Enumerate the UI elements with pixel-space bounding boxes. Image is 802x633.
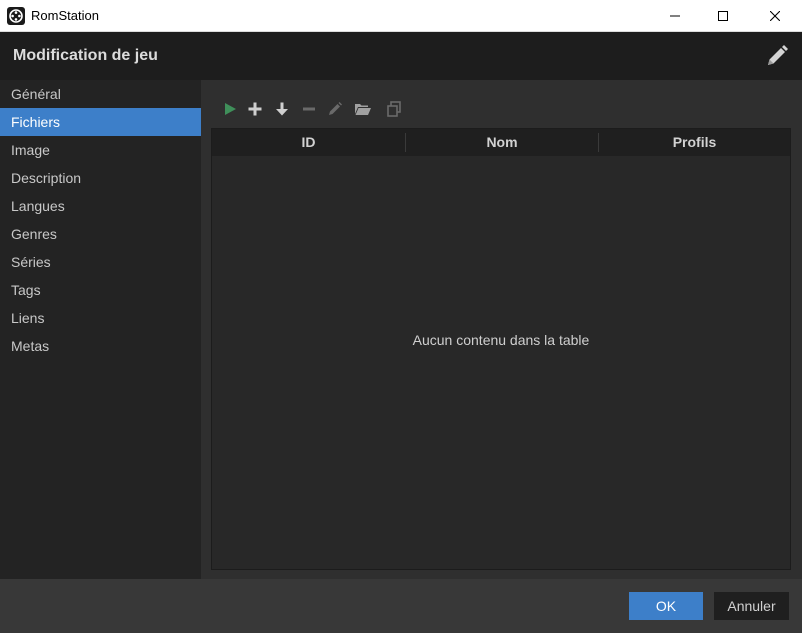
maximize-button[interactable]: [698, 0, 748, 32]
maximize-icon: [718, 11, 728, 21]
files-panel: ID Nom Profils Aucun contenu dans la tab…: [201, 80, 802, 579]
cancel-button[interactable]: Annuler: [714, 592, 789, 620]
ok-button[interactable]: OK: [629, 592, 703, 620]
sidebar-item-tags[interactable]: Tags: [0, 276, 201, 304]
column-header-profils[interactable]: Profils: [599, 129, 790, 156]
column-header-nom[interactable]: Nom: [406, 129, 598, 156]
empty-table-message: Aucun contenu dans la table: [412, 332, 590, 348]
sidebar-item-genres[interactable]: Genres: [0, 220, 201, 248]
window-title: RomStation: [31, 8, 99, 23]
download-button[interactable]: [271, 98, 293, 120]
sidebar-item-description[interactable]: Description: [0, 164, 201, 192]
column-header-id[interactable]: ID: [212, 129, 405, 156]
minimize-button[interactable]: [650, 0, 700, 32]
window-titlebar: RomStation: [0, 0, 802, 32]
dialog-header: Modification de jeu: [0, 32, 802, 80]
plus-icon: [248, 102, 262, 116]
sidebar-item-fichiers[interactable]: Fichiers: [0, 108, 201, 136]
folder-open-icon: [355, 104, 371, 115]
edit-file-button[interactable]: [324, 98, 346, 120]
page-title: Modification de jeu: [13, 47, 158, 64]
sidebar-item-general[interactable]: Général: [0, 80, 201, 108]
files-toolbar: [219, 98, 519, 120]
close-button[interactable]: [750, 0, 800, 32]
copy-button[interactable]: [383, 98, 405, 120]
run-button[interactable]: [219, 98, 241, 120]
arrow-down-icon: [276, 102, 288, 116]
close-icon: [770, 11, 780, 21]
pencil-icon: [329, 102, 342, 115]
sidebar-item-liens[interactable]: Liens: [0, 304, 201, 332]
minimize-icon: [670, 15, 680, 17]
files-table: ID Nom Profils Aucun contenu dans la tab…: [211, 128, 791, 570]
open-folder-button[interactable]: [352, 98, 374, 120]
pencil-icon[interactable]: [765, 44, 789, 68]
sidebar-item-langues[interactable]: Langues: [0, 192, 201, 220]
sidebar-item-metas[interactable]: Metas: [0, 332, 201, 360]
sidebar-item-image[interactable]: Image: [0, 136, 201, 164]
add-file-button[interactable]: [244, 98, 266, 120]
sidebar-item-series[interactable]: Séries: [0, 248, 201, 276]
dialog-footer: OK Annuler: [0, 579, 802, 633]
play-icon: [225, 103, 236, 115]
minus-icon: [303, 107, 315, 111]
copy-icon: [387, 101, 401, 117]
sidebar: Général Fichiers Image Description Langu…: [0, 80, 201, 579]
romstation-logo-icon: [7, 7, 25, 25]
table-header: ID Nom Profils: [212, 129, 790, 156]
remove-file-button[interactable]: [298, 98, 320, 120]
